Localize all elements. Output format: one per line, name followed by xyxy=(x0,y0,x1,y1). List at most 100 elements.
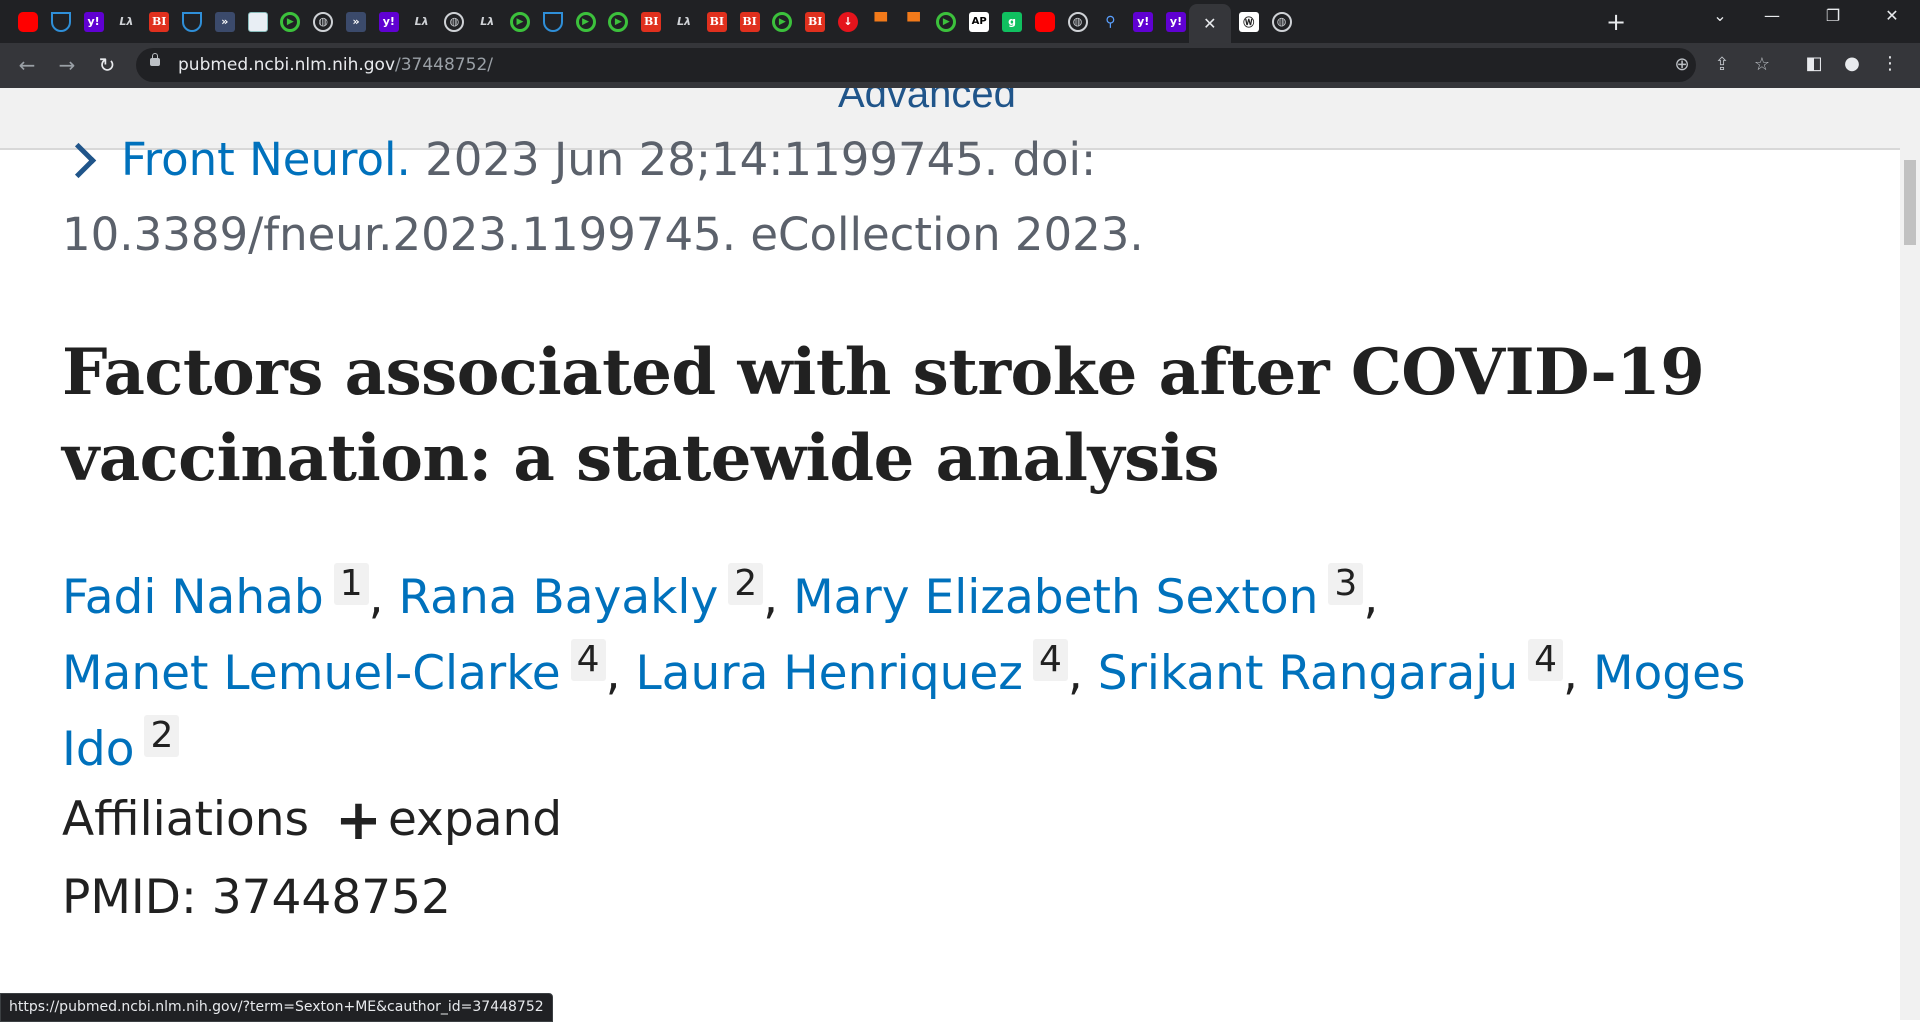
chevron-right-icon[interactable] xyxy=(60,142,97,178)
youtube-icon xyxy=(1034,11,1055,32)
mw-icon: Lλ xyxy=(414,15,429,28)
browser-tab[interactable]: y! xyxy=(1127,7,1159,36)
browser-tab[interactable]: ▶ xyxy=(766,7,798,36)
affiliation-number[interactable]: 2 xyxy=(728,563,764,605)
browser-tab[interactable] xyxy=(12,7,44,36)
browser-tab[interactable]: Lλ xyxy=(406,7,438,36)
browser-tab[interactable]: y! xyxy=(373,7,405,36)
page-content: Advanced Front Neurol. 2023 Jun 28;14:11… xyxy=(0,88,1900,1020)
browser-tab[interactable]: Ⓦ xyxy=(1233,7,1265,36)
browser-tab[interactable]: ▀ xyxy=(865,7,897,36)
menu-icon[interactable]: ⋮ xyxy=(1876,53,1904,74)
lock-icon[interactable] xyxy=(150,53,160,66)
author-entry: Srikant Rangaraju 4, xyxy=(1098,639,1593,701)
advanced-search-link[interactable]: Advanced xyxy=(838,88,1016,117)
browser-tab[interactable]: ↓ xyxy=(832,7,864,36)
url-text[interactable]: pubmed.ncbi.nlm.nih.gov/37448752/ xyxy=(178,55,493,75)
browser-tab[interactable]: ▀ xyxy=(898,7,930,36)
reload-icon[interactable]: ↻ xyxy=(93,53,121,77)
new-tab-button[interactable]: + xyxy=(1602,8,1630,36)
zoom-icon[interactable]: ⊕ xyxy=(1668,54,1696,75)
browser-tab[interactable]: ◍ xyxy=(438,7,470,36)
author-entry: Manet Lemuel-Clarke 4, xyxy=(62,639,635,701)
browser-tab[interactable]: ◍ xyxy=(1266,7,1298,36)
browser-tab[interactable]: g xyxy=(996,7,1028,36)
affiliation-number[interactable]: 1 xyxy=(333,563,369,605)
browser-tab[interactable]: BI xyxy=(635,7,667,36)
shield-icon xyxy=(182,11,202,32)
browser-tab[interactable]: ✕ xyxy=(1188,4,1231,43)
browser-tab[interactable]: ◍ xyxy=(307,7,339,36)
browser-tab[interactable]: ⚲ xyxy=(1094,7,1126,36)
author-link[interactable]: Laura Henriquez xyxy=(635,646,1022,701)
shield-icon xyxy=(542,11,563,32)
close-icon[interactable]: ✕ xyxy=(1203,14,1216,33)
browser-toolbar: ← → ↻ pubmed.ncbi.nlm.nih.gov/37448752/ … xyxy=(0,43,1920,88)
address-bar[interactable]: pubmed.ncbi.nlm.nih.gov/37448752/ ⊕ ⇪ ☆ xyxy=(136,48,1770,82)
browser-tab[interactable]: Lλ xyxy=(110,7,142,36)
author-link[interactable]: Fadi Nahab xyxy=(62,570,324,625)
bi-icon: BI xyxy=(739,11,760,32)
browser-tab[interactable]: » xyxy=(340,7,372,36)
bookmark-star-icon[interactable]: ☆ xyxy=(1748,54,1776,75)
affiliation-number[interactable]: 3 xyxy=(1328,563,1364,605)
browser-tab[interactable]: AP xyxy=(963,7,995,36)
browser-tab[interactable]: ▶ xyxy=(274,7,306,36)
browser-tab[interactable]: Lλ xyxy=(471,7,503,36)
browser-tab[interactable]: BI xyxy=(734,7,766,36)
author-link[interactable]: Manet Lemuel-Clarke xyxy=(62,646,561,701)
browser-tab[interactable]: BI xyxy=(143,7,175,36)
browser-tab[interactable] xyxy=(176,7,208,36)
play-icon: ▶ xyxy=(280,11,301,32)
back-icon[interactable]: ← xyxy=(13,53,41,77)
affiliation-number[interactable]: 4 xyxy=(1528,639,1564,681)
download-icon: ↓ xyxy=(838,11,858,32)
browser-tab[interactable] xyxy=(537,7,569,36)
bookmark-icon: ▀ xyxy=(874,12,887,31)
affiliation-number[interactable]: 4 xyxy=(570,639,606,681)
tab-search-icon[interactable]: ⌄ xyxy=(1700,6,1740,25)
share-icon[interactable]: ⇪ xyxy=(1708,54,1736,75)
yahoo-icon: y! xyxy=(1133,11,1154,32)
pmid: PMID: 37448752 xyxy=(62,870,451,925)
browser-tab[interactable]: BI xyxy=(799,7,831,36)
bi-icon: BI xyxy=(706,11,727,32)
youtube-icon xyxy=(18,11,38,32)
profile-icon[interactable]: ● xyxy=(1838,53,1866,74)
author-entry: Fadi Nahab 1, xyxy=(62,563,399,625)
expand-label: expand xyxy=(387,792,563,847)
browser-tab[interactable] xyxy=(1029,7,1061,36)
browser-tab[interactable] xyxy=(242,7,274,36)
author-separator: , xyxy=(368,570,399,625)
yahoo-icon: y! xyxy=(378,11,399,32)
affiliation-number[interactable]: 4 xyxy=(1032,639,1068,681)
browser-tab[interactable]: y! xyxy=(1160,7,1192,36)
wp-icon: Ⓦ xyxy=(1238,11,1259,32)
browser-tab[interactable]: ▶ xyxy=(570,7,602,36)
restore-icon[interactable]: ❐ xyxy=(1813,6,1853,25)
browser-tab[interactable]: Lλ xyxy=(668,7,700,36)
forward-icon[interactable]: → xyxy=(53,53,81,77)
journal-link[interactable]: Front Neurol. xyxy=(121,133,411,186)
browser-tab[interactable]: ▶ xyxy=(504,7,536,36)
browser-tab[interactable]: ▶ xyxy=(602,7,634,36)
close-window-icon[interactable]: ✕ xyxy=(1872,6,1912,25)
browser-tab[interactable]: » xyxy=(209,7,241,36)
bi-icon: BI xyxy=(641,11,662,32)
author-link[interactable]: Rana Bayakly xyxy=(399,570,719,625)
scrollbar-thumb[interactable] xyxy=(1904,160,1916,245)
scrollbar[interactable] xyxy=(1900,88,1920,1020)
arrow-icon: » xyxy=(214,11,235,32)
author-separator: , xyxy=(1363,570,1379,625)
author-link[interactable]: Mary Elizabeth Sexton xyxy=(793,570,1318,625)
affiliation-number[interactable]: 2 xyxy=(144,715,180,757)
browser-tab[interactable]: ◍ xyxy=(1062,7,1094,36)
browser-tab[interactable]: ▶ xyxy=(930,7,962,36)
browser-tab[interactable] xyxy=(45,7,77,36)
browser-tab[interactable]: BI xyxy=(701,7,733,36)
author-link[interactable]: Srikant Rangaraju xyxy=(1098,646,1518,701)
side-panel-icon[interactable]: ◧ xyxy=(1800,53,1828,74)
expand-button[interactable]: + expand xyxy=(335,788,563,853)
minimize-icon[interactable]: — xyxy=(1752,6,1792,25)
browser-tab[interactable]: y! xyxy=(78,7,110,36)
